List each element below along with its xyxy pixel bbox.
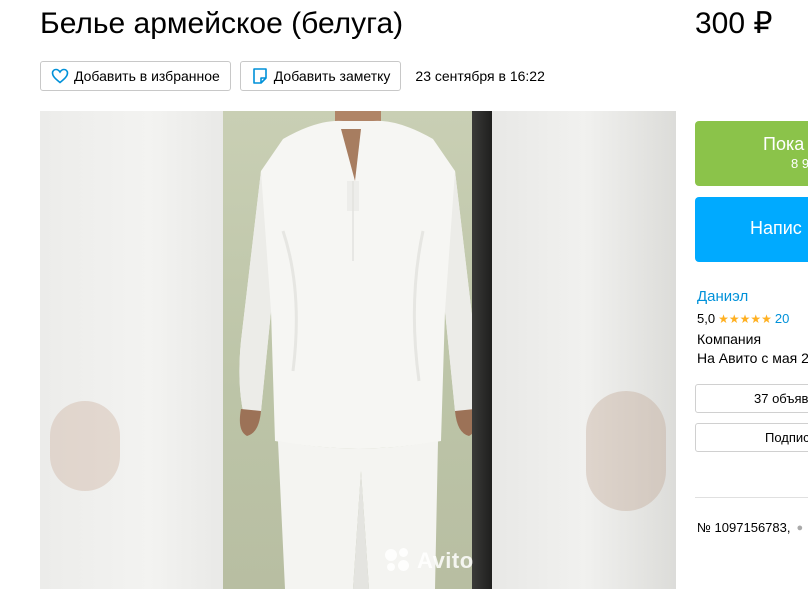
add-to-favorites-button[interactable]: Добавить в избранное xyxy=(40,61,231,91)
watermark-text: Avito xyxy=(417,548,474,573)
seller-name-link[interactable]: Даниэл xyxy=(697,288,748,305)
listing-actions: Добавить в избранное Добавить заметку 23… xyxy=(40,61,545,91)
rating-value: 5,0 xyxy=(697,311,716,326)
gallery-blurred-background-right xyxy=(492,111,676,589)
listing-title: Белье армейское (белуга) xyxy=(40,7,404,40)
seller-rating: 5,0 ★★★★★ 20 xyxy=(697,311,789,326)
listing-price: 300 ₽ xyxy=(695,7,773,40)
add-to-favorites-label: Добавить в избранное xyxy=(74,68,220,84)
eye-icon: ● xyxy=(796,521,804,534)
note-icon xyxy=(252,68,267,84)
heart-icon xyxy=(51,68,69,84)
rating-stars-icon: ★★★★★ xyxy=(718,311,772,326)
subscribe-button[interactable]: Подпис xyxy=(695,423,808,452)
seller-type: Компания xyxy=(697,331,762,347)
door-frame xyxy=(472,111,492,589)
avito-logo-icon xyxy=(385,548,411,574)
gallery-blurred-background-left xyxy=(40,111,223,589)
phone-number-partial: 8 9 xyxy=(791,156,808,171)
add-note-label: Добавить заметку xyxy=(273,68,391,84)
photo-gallery[interactable]: Avito xyxy=(40,111,676,589)
avito-watermark: Avito xyxy=(385,548,474,574)
item-number-text: № 1097156783, xyxy=(697,520,791,535)
reviews-link[interactable]: 20 xyxy=(775,311,789,326)
write-message-button[interactable]: Напис xyxy=(695,197,808,262)
show-phone-button[interactable]: Пока 8 9 xyxy=(695,121,808,186)
listing-date: 23 сентября в 16:22 xyxy=(415,68,545,84)
add-note-button[interactable]: Добавить заметку xyxy=(239,61,402,91)
seller-since: На Авито с мая 2 xyxy=(697,350,808,366)
seller-listings-button[interactable]: 37 объяв xyxy=(695,384,808,413)
item-number: № 1097156783, ● xyxy=(697,520,803,535)
white-uniform-illustration xyxy=(239,111,477,589)
divider xyxy=(695,497,808,498)
show-phone-label: Пока xyxy=(763,134,805,154)
listing-photo[interactable] xyxy=(223,111,492,589)
